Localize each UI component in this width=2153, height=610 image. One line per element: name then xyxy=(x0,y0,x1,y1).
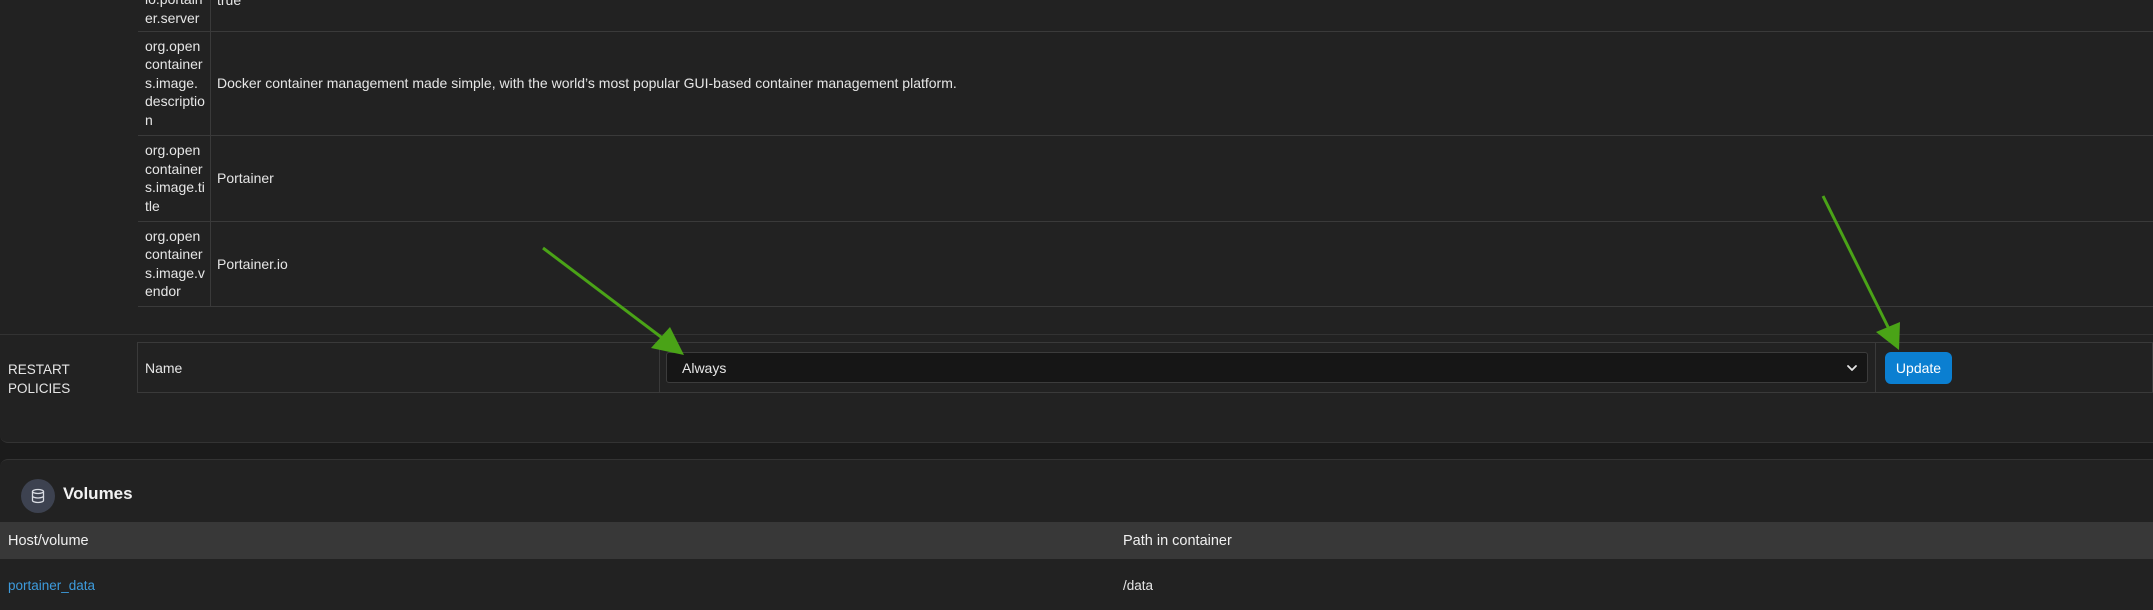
restart-policy-selected-value: Always xyxy=(682,359,727,376)
table-row: portainer_data /data xyxy=(0,560,2153,610)
database-icon xyxy=(21,479,55,513)
label-value: Docker container management made simple,… xyxy=(217,75,957,91)
volumes-title: Volumes xyxy=(63,484,133,503)
restart-policy-select[interactable]: Always xyxy=(666,352,1868,383)
volume-link[interactable]: portainer_data xyxy=(8,560,95,610)
label-row: org.opencontainers.image.vendor Portaine… xyxy=(138,221,2153,307)
column-header-path[interactable]: Path in container xyxy=(1123,522,1232,559)
label-row: io.portainer.server true xyxy=(138,0,2153,32)
label-row: org.opencontainers.image.title Portainer xyxy=(138,135,2153,222)
column-divider xyxy=(1875,343,1876,392)
volume-path: /data xyxy=(1123,577,1154,593)
update-button[interactable]: Update xyxy=(1885,352,1952,384)
section-divider xyxy=(0,334,2153,335)
container-details-panel: io.portainer.server true org.opencontain… xyxy=(0,0,2153,443)
label-value: true xyxy=(217,0,242,8)
label-value: Portainer.io xyxy=(217,255,288,272)
label-key: org.opencontainers.image.vendor xyxy=(138,221,211,306)
volumes-table-header: Host/volume Path in container xyxy=(0,522,2153,559)
restart-policies-label: RESTART POLICIES xyxy=(8,362,71,396)
label-row: org.opencontainers.image.description Doc… xyxy=(138,31,2153,136)
column-divider xyxy=(659,343,660,392)
label-key: org.opencontainers.image.description xyxy=(138,31,211,135)
label-value: Portainer xyxy=(217,170,274,186)
restart-policy-name-label: Name xyxy=(145,359,183,376)
label-key: org.opencontainers.image.title xyxy=(138,135,211,221)
chevron-down-icon xyxy=(1847,365,1857,371)
column-header-host-volume[interactable]: Host/volume xyxy=(8,522,89,559)
restart-policies-table: Name Always Update xyxy=(137,342,2153,393)
label-key: io.portainer.server xyxy=(138,0,211,31)
